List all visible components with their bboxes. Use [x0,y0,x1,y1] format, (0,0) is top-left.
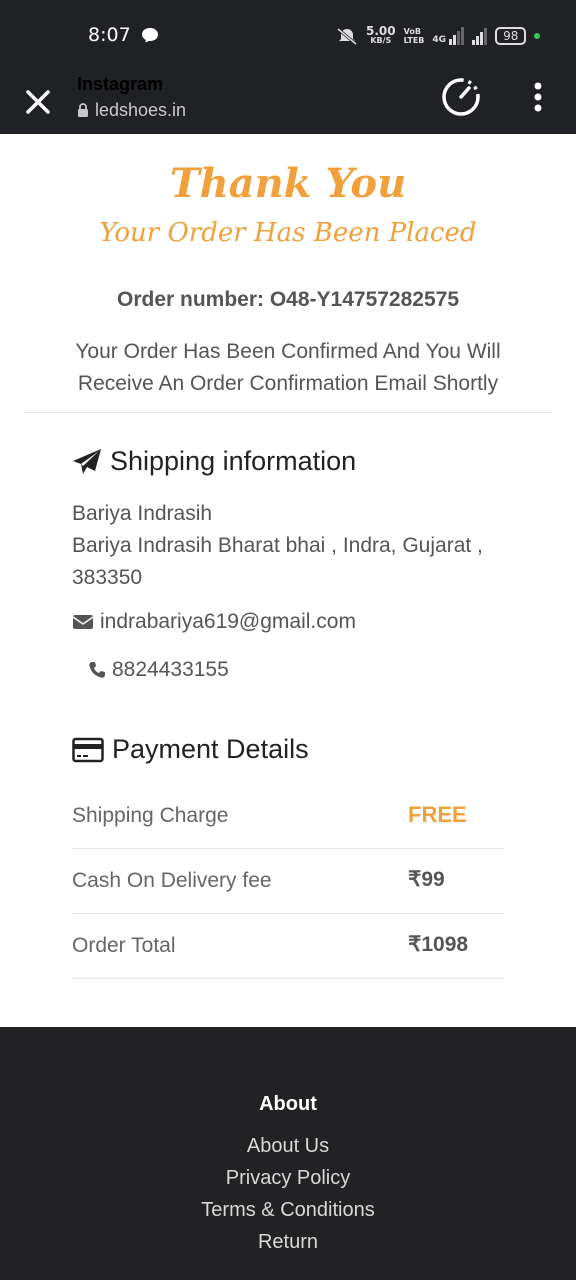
customer-address: Bariya Indrasih Bharat bhai , Indra, Guj… [72,534,483,589]
payment-row-value: FREE [408,802,467,827]
footer-link-return[interactable]: Return [0,1231,576,1254]
timer-icon[interactable] [440,76,482,118]
footer-link-privacy-policy[interactable]: Privacy Policy [0,1167,576,1190]
thank-you-heading: Thank You [169,160,407,207]
shipping-title-text: Shipping information [110,446,357,476]
battery-indicator: 98 [495,27,527,45]
chat-bubble-icon [142,28,158,43]
customer-email: indrabariya619@gmail.com [100,610,356,633]
customer-name: Bariya Indrasih [72,502,213,525]
order-placed-subtitle: Your Order Has Been Placed [99,218,477,248]
lock-icon [78,103,88,117]
speed-unit: KB/S [370,36,392,45]
status-time: 8:07 [88,24,131,46]
divider [24,412,552,413]
footer-link-terms[interactable]: Terms & Conditions [0,1199,576,1222]
network-speed: 5.00 KB/S [366,25,396,46]
url-text: ledshoes.in [95,100,187,120]
status-bar: 8:07 5.00 KB/S VoB LTEB 4G 98 [0,0,576,70]
footer-heading: About [259,1093,317,1115]
payment-row-label: Cash On Delivery fee [72,869,272,892]
email-row: indrabariya619@gmail.com [72,610,356,634]
phone-icon [89,662,105,678]
mute-icon [337,27,357,45]
envelope-icon [72,615,94,629]
status-icons: 5.00 KB/S VoB LTEB 4G 98 [336,22,541,50]
footer-link-about-us[interactable]: About Us [0,1135,576,1158]
shipping-address-block: Bariya Indrasih Bariya Indrasih Bharat b… [72,498,542,594]
footer: About About Us Privacy Policy Terms & Co… [0,1027,576,1280]
payment-row-value: ₹1098 [408,933,469,956]
payment-row-label: Shipping Charge [72,804,229,827]
paper-plane-icon [73,448,101,474]
payment-row-shipping: Shipping Charge FREE [72,784,504,849]
payment-row-label: Order Total [72,934,176,957]
payment-row-value: ₹99 [408,868,445,891]
payment-title-text: Payment Details [112,734,309,764]
credit-card-icon [72,737,104,762]
confirmation-message: Your Order Has Been Confirmed And You Wi… [75,340,501,395]
close-icon[interactable] [20,84,56,120]
more-options-icon[interactable] [526,80,550,114]
toolbar-title: Instagram [77,74,164,94]
customer-phone: 8824433155 [112,658,229,681]
payment-row-cod: Cash On Delivery fee ₹99 [72,849,504,914]
phone-row: 8824433155 [88,658,229,682]
shipping-title: Shipping information [72,446,356,477]
signal-icon: 4G [432,27,465,45]
volte-indicator: VoB LTEB [403,27,425,45]
payment-row-total: Order Total ₹1098 [72,914,504,979]
payment-title: Payment Details [72,734,309,765]
order-number: Order number: O48-Y14757282575 [116,288,460,311]
network-type: 4G [432,35,447,45]
signal-icon-2 [472,27,488,45]
toolbar-url[interactable]: ledshoes.in [77,100,186,121]
privacy-dot [534,33,541,39]
